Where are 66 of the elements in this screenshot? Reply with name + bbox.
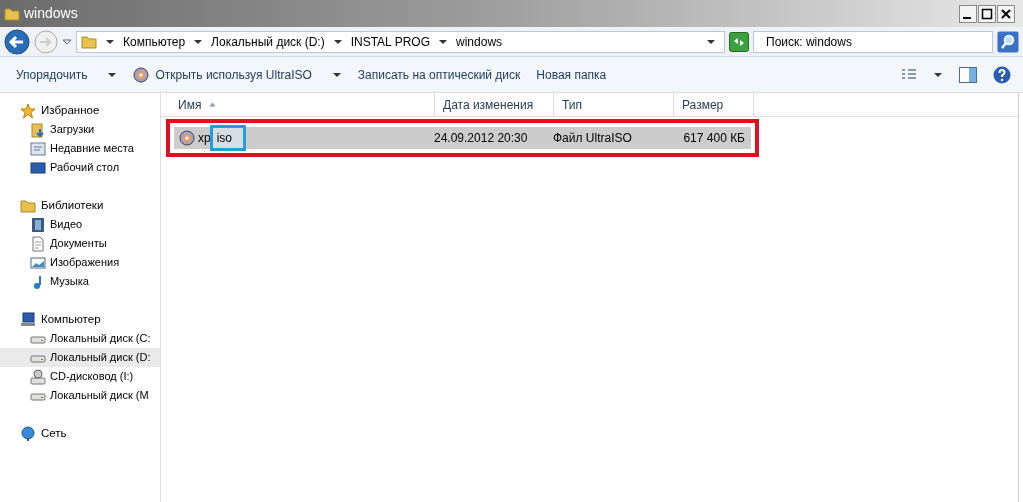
caret-icon [107, 70, 118, 79]
sidebar-item[interactable]: Загрузки [0, 120, 160, 139]
maximize-icon[interactable] [978, 4, 996, 23]
refresh-icon[interactable] [729, 31, 749, 52]
recent-icon [30, 140, 46, 157]
sidebar-item[interactable]: Видео [0, 215, 160, 234]
breadcrumb-link[interactable]: windows [456, 32, 503, 51]
toolbar-button[interactable]: Новая папка [536, 65, 607, 84]
caret-icon[interactable] [706, 37, 716, 46]
caret-icon[interactable] [438, 37, 449, 46]
caret-icon[interactable] [105, 37, 115, 46]
disc-icon [179, 130, 195, 146]
search-icon[interactable] [997, 30, 1019, 53]
sidebar-item[interactable]: Документы [0, 234, 160, 253]
sidebar-item[interactable]: Локальный диск (D: [0, 348, 160, 367]
caret-icon[interactable] [193, 37, 204, 46]
table-cell-text: Файл UltraISO [552, 130, 633, 147]
toolbar-button[interactable]: Упорядочить [16, 65, 118, 84]
sidebar-item[interactable]: Музыка [0, 272, 160, 291]
close-icon[interactable] [997, 4, 1015, 23]
caret-icon[interactable] [933, 70, 943, 79]
column-header[interactable]: Тип [554, 93, 674, 117]
sidebar-group[interactable]: Сеть [0, 424, 160, 443]
desktop-icon [30, 159, 46, 176]
sidebar-item[interactable]: Локальный диск (C: [0, 329, 160, 348]
video-icon [30, 216, 46, 233]
sidebar-group[interactable]: Избранное [0, 101, 160, 120]
table-cell-text: 24.09.2012 20:30 [433, 130, 529, 147]
window-title: windows [24, 4, 79, 23]
help-icon[interactable] [993, 65, 1011, 84]
column-header[interactable]: Дата изменения [435, 93, 554, 117]
sidebar-item[interactable]: Рабочий стол [0, 158, 160, 177]
table-cell-text: xp [198, 130, 211, 147]
sidebar-item[interactable]: CD-дисковод (I:) [0, 367, 160, 386]
computer-icon [20, 311, 36, 328]
breadcrumb-link[interactable]: INSTAL PROG [350, 32, 431, 51]
disc-icon [133, 66, 150, 83]
column-header[interactable]: Имя [170, 93, 435, 117]
toolbar-button[interactable]: Открыть используя UltraISO [133, 65, 342, 84]
folder-icon [20, 197, 36, 214]
caret-icon [331, 70, 342, 79]
toolbar-button[interactable]: Записать на оптический диск [357, 65, 521, 84]
star-icon [20, 102, 36, 119]
caret-icon[interactable] [332, 37, 343, 46]
folder-icon [81, 33, 97, 50]
sidebar-item[interactable]: Изображения [0, 253, 160, 272]
doc-icon [30, 235, 46, 252]
preview-pane-icon[interactable] [959, 66, 977, 83]
file-row[interactable]: xp iso 24.09.2012 20:30 Файл UltraISO 617 400 КБ [174, 127, 751, 149]
search-field[interactable]: Поиск: windows [753, 30, 993, 53]
folder-icon [4, 5, 20, 22]
image-icon [30, 254, 46, 271]
sidebar-item[interactable]: Недавние места [0, 139, 160, 158]
sidebar-item[interactable]: Локальный диск (M [0, 386, 160, 405]
breadcrumb-link[interactable]: Локальный диск (D:) [211, 32, 325, 51]
address-field[interactable]: Компьютер Локальный диск (D:) INSTAL PROG windows [76, 30, 725, 53]
back-icon[interactable] [4, 28, 30, 55]
download-icon [30, 121, 46, 138]
table-cell-text: 617 400 КБ [682, 130, 746, 147]
sidebar-group[interactable]: Компьютер [0, 310, 160, 329]
minimize-icon[interactable] [959, 4, 977, 23]
sidebar-group[interactable]: Библиотеки [0, 196, 160, 215]
highlight-box: iso [209, 125, 246, 151]
view-options-icon[interactable] [901, 68, 917, 81]
breadcrumb-link[interactable]: Компьютер [123, 32, 186, 51]
column-header[interactable]: Размер [674, 93, 754, 117]
